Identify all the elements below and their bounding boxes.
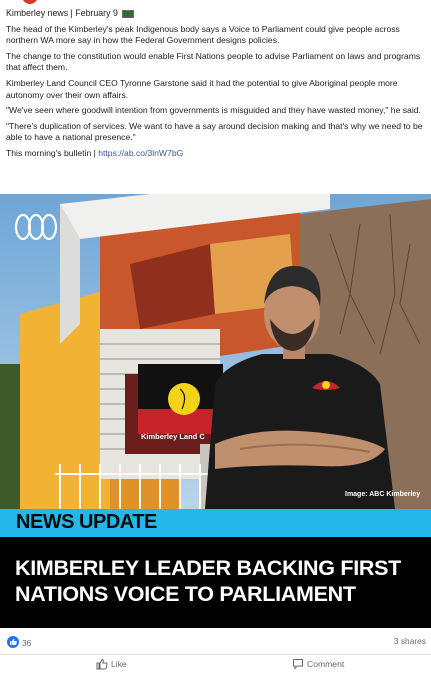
news-update-banner: NEWS UPDATE [0,509,431,537]
reaction-stats: 36 3 shares [0,628,431,655]
headline-line-2: NATIONS VOICE TO PARLIAMENT [15,582,356,606]
flag-icon [122,9,135,18]
bulletin-link[interactable]: https://ab.co/3lnW7bG [98,148,183,158]
paragraph-2: The change to the constitution would ena… [6,50,421,73]
share-count[interactable]: 3 shares [394,636,426,646]
image-credit: Image: ABC Kimberley [345,491,421,498]
bulletin-label: This morning's bulletin | [6,147,96,158]
photo-scene: Kimberley Land C [0,194,431,509]
bulletin-line: This morning's bulletin | https://ab.co/… [6,148,426,160]
paragraph-3: Kimberley Land Council CEO Tyronne Garst… [6,77,398,100]
building-sign-text: Kimberley Land C [141,432,205,441]
separator: | [70,8,73,18]
top-edge [0,0,431,5]
like-button[interactable]: Like [96,658,156,673]
news-update-label: NEWS UPDATE [16,511,157,533]
paragraph-5: "There's duplication of services. We wan… [6,120,423,143]
paragraph-1: The head of the Kimberley's peak Indigen… [6,23,400,46]
avatar-edge [22,0,38,4]
like-reaction-icon[interactable] [7,636,19,648]
action-bar: Like Comment [0,655,431,676]
comment-button[interactable]: Comment [292,659,362,673]
headline-line-1: KIMBERLEY LEADER BACKING FIRST [15,556,401,580]
thumbs-up-icon [96,658,108,670]
paragraph-4: "We've seen where goodwill intention fro… [6,105,421,116]
abc-logo-icon [15,213,57,241]
like-label: Like [111,659,127,669]
headline-banner: KIMBERLEY LEADER BACKING FIRST NATIONS V… [0,537,431,628]
post-text: Kimberley news | February 9 The head of … [6,8,426,164]
post-header: Kimberley news | February 9 [6,8,426,20]
comment-label: Comment [307,659,345,669]
page-name[interactable]: Kimberley news [6,8,68,18]
reaction-count[interactable]: 36 [22,638,31,648]
post-date[interactable]: February 9 [75,8,118,18]
comment-icon [293,659,303,670]
